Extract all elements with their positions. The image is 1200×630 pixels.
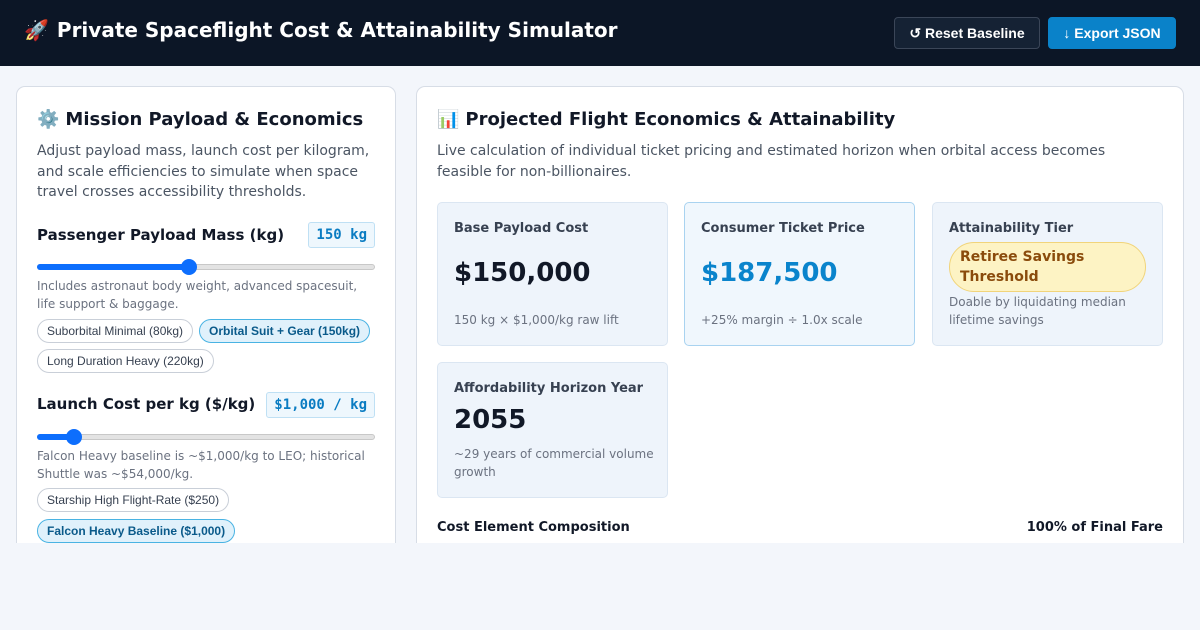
results-title-text: Projected Flight Economics & Attainabili… — [465, 109, 896, 130]
launch-cost-label: Launch Cost per kg ($/kg) — [37, 395, 256, 413]
mission-payload-panel: ⚙️ Mission Payload & Economics Adjust pay… — [16, 86, 396, 543]
payload-mass-slider[interactable] — [37, 259, 375, 275]
cost-composition-total: 100% of Final Fare — [1026, 520, 1163, 535]
card-note: 150 kg × $1,000/kg raw lift — [454, 313, 619, 327]
card-label: Consumer Ticket Price — [701, 221, 865, 236]
launch-cost-slider[interactable] — [37, 429, 375, 445]
app-title: 🚀 Private Spaceflight Cost & Attainabilit… — [24, 18, 618, 42]
app-header: 🚀 Private Spaceflight Cost & Attainabilit… — [0, 0, 1200, 66]
gear-icon: ⚙️ — [37, 109, 60, 130]
card-value: 2055 — [454, 405, 527, 435]
affordability-horizon-card: Affordability Horizon Year 2055 ~29 year… — [437, 362, 668, 498]
app-title-text: Private Spaceflight Cost & Attainability… — [56, 18, 618, 42]
controls-title: ⚙️ Mission Payload & Economics — [37, 109, 363, 130]
attainability-tier-badge: Retiree Savings Threshold — [949, 242, 1146, 292]
card-note: +25% margin ÷ 1.0x scale — [701, 313, 863, 327]
card-note: ~29 years of commercial volume growth — [454, 447, 654, 479]
attainability-tier-card: Attainability Tier Retiree Savings Thres… — [932, 202, 1163, 346]
payload-mass-hint: Includes astronaut body weight, advanced… — [37, 279, 358, 311]
slider-thumb[interactable] — [66, 429, 83, 445]
controls-title-text: Mission Payload & Economics — [65, 109, 364, 130]
card-label: Attainability Tier — [949, 221, 1074, 236]
export-json-button[interactable]: ↓ Export JSON — [1048, 17, 1176, 49]
flight-economics-panel: 📊 Projected Flight Economics & Attainabil… — [416, 86, 1184, 543]
card-value: $187,500 — [701, 258, 838, 288]
card-note: Doable by liquidating median lifetime sa… — [949, 295, 1126, 327]
preset-suborbital-minimal[interactable]: Suborbital Minimal (80kg) — [37, 319, 194, 343]
card-label: Base Payload Cost — [454, 221, 589, 236]
controls-description: Adjust payload mass, launch cost per kil… — [37, 143, 370, 200]
slider-thumb[interactable] — [181, 259, 198, 275]
preset-starship-high-flight-rate[interactable]: Starship High Flight-Rate ($250) — [37, 488, 230, 512]
rocket-icon: 🚀 — [24, 18, 49, 42]
base-payload-cost-card: Base Payload Cost $150,000 150 kg × $1,0… — [437, 202, 668, 346]
preset-orbital-suit-gear[interactable]: Orbital Suit + Gear (150kg) — [199, 319, 371, 343]
payload-mass-label: Passenger Payload Mass (kg) — [37, 226, 285, 244]
bar-chart-icon: 📊 — [437, 109, 460, 130]
preset-long-duration-heavy[interactable]: Long Duration Heavy (220kg) — [37, 349, 214, 373]
reset-baseline-button[interactable]: ↺ Reset Baseline — [894, 17, 1040, 49]
results-title: 📊 Projected Flight Economics & Attainabil… — [437, 109, 895, 130]
payload-mass-value: 150 kg — [308, 222, 375, 248]
card-value: $150,000 — [454, 258, 591, 288]
consumer-ticket-price-card: Consumer Ticket Price $187,500 +25% marg… — [684, 202, 915, 346]
card-label: Affordability Horizon Year — [454, 381, 644, 396]
slider-track — [37, 434, 375, 440]
cost-composition-title: Cost Element Composition — [437, 520, 630, 535]
preset-falcon-heavy-baseline[interactable]: Falcon Heavy Baseline ($1,000) — [37, 519, 236, 543]
slider-fill — [37, 264, 190, 270]
results-description: Live calculation of individual ticket pr… — [437, 143, 1106, 180]
launch-cost-value: $1,000 / kg — [266, 392, 375, 418]
launch-cost-hint: Falcon Heavy baseline is ~$1,000/kg to L… — [37, 449, 365, 481]
